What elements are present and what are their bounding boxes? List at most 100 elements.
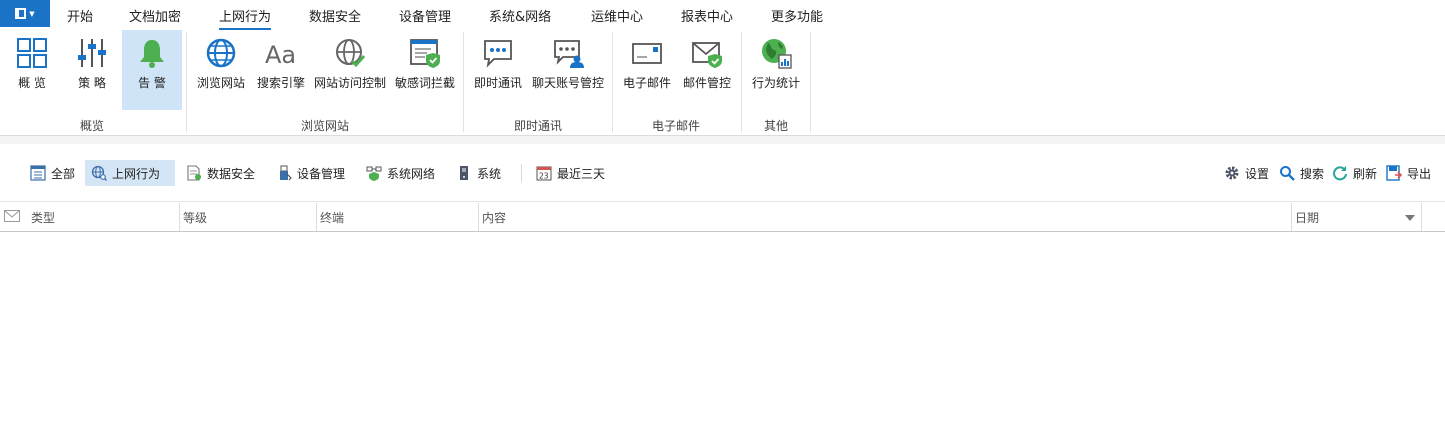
filter-label: 系统	[477, 166, 502, 181]
column-header-date[interactable]: 日期	[1292, 203, 1422, 231]
column-header-terminal[interactable]: 终端	[317, 203, 479, 231]
search-button[interactable]: 搜索	[1273, 160, 1332, 186]
export-button[interactable]: 导出	[1380, 160, 1439, 186]
menu-item-ops-center[interactable]: 运维中心	[591, 6, 643, 25]
ribbon: 概 览 策 略 告 警 概览 浏览网站 Aa 搜索引擎 网站访问控制 敏感词拦截…	[0, 30, 1445, 136]
menu-item-start[interactable]: 开始	[67, 6, 93, 25]
policy-sliders-icon	[74, 35, 110, 71]
column-header-label: 等级	[183, 210, 208, 225]
overview-grid-icon	[14, 35, 50, 71]
ribbon-button-browse-web[interactable]: 浏览网站	[193, 30, 249, 110]
filter-label: 数据安全	[207, 166, 256, 181]
ribbon-button-sensitive-word-block[interactable]: 敏感词拦截	[392, 30, 458, 110]
ribbon-button-label: 电子邮件	[622, 76, 671, 90]
ribbon-button-label: 概 览	[18, 76, 46, 90]
ribbon-button-label: 邮件管控	[682, 76, 731, 90]
export-label: 导出	[1407, 166, 1432, 181]
app-menu-button[interactable]: ▼	[0, 0, 50, 27]
ribbon-button-label: 浏览网站	[196, 76, 245, 90]
ribbon-group-divider	[186, 32, 187, 132]
ribbon-group-label-instant-messaging: 即时通讯	[514, 119, 563, 133]
table-header: 类型 等级 终端 内容 日期	[0, 203, 1445, 232]
column-header-label: 内容	[482, 210, 507, 225]
envelope-shield-icon	[689, 35, 725, 71]
refresh-button[interactable]: 刷新	[1326, 160, 1385, 186]
ribbon-button-label: 搜索引擎	[256, 76, 305, 90]
ribbon-group-divider	[741, 32, 742, 132]
filter-data-security-button[interactable]: 数据安全	[180, 160, 263, 186]
settings-button[interactable]: 设置	[1218, 160, 1277, 186]
ribbon-button-email[interactable]: 电子邮件	[619, 30, 675, 110]
globe-icon	[203, 35, 239, 71]
filter-label: 最近三天	[557, 166, 606, 181]
sort-descending-icon[interactable]	[1405, 215, 1415, 221]
ribbon-button-behavior-stats[interactable]: 行为统计	[748, 30, 804, 110]
globe-search-icon	[91, 165, 107, 181]
search-icon	[1279, 165, 1295, 181]
ribbon-button-overview[interactable]: 概 览	[2, 30, 62, 110]
menu-item-system-network[interactable]: 系统&网络	[489, 6, 551, 25]
document-shield-icon	[407, 35, 443, 71]
envelope-icon	[629, 35, 665, 71]
ribbon-group-label-overview: 概览	[80, 119, 105, 133]
menu-item-internet-behavior[interactable]: 上网行为	[219, 6, 272, 30]
menu-item-doc-encryption[interactable]: 文档加密	[129, 6, 181, 25]
list-icon	[30, 165, 46, 181]
refresh-label: 刷新	[1353, 166, 1378, 181]
ribbon-button-label: 告 警	[138, 76, 166, 90]
menu-item-data-security[interactable]: 数据安全	[309, 6, 361, 25]
alert-bell-icon	[134, 35, 170, 71]
filter-label: 系统网络	[387, 166, 436, 181]
settings-label: 设置	[1245, 166, 1270, 181]
filter-last-three-days-button[interactable]: 23 最近三天	[530, 160, 613, 186]
menu-item-more-features[interactable]: 更多功能	[771, 6, 823, 25]
network-shield-icon	[366, 165, 382, 181]
ribbon-group-divider	[612, 32, 613, 132]
menu-item-report-center[interactable]: 报表中心	[681, 6, 733, 25]
ribbon-button-label: 敏感词拦截	[394, 76, 455, 90]
refresh-icon	[1332, 165, 1348, 181]
filter-system-button[interactable]: 系统	[450, 160, 509, 186]
column-header-label: 日期	[1295, 210, 1320, 225]
ribbon-group-label-browse-web: 浏览网站	[301, 119, 350, 133]
column-header-content[interactable]: 内容	[479, 203, 1292, 231]
table-body	[0, 232, 1445, 432]
column-header-type[interactable]: 类型	[28, 203, 180, 231]
ribbon-group-divider	[810, 32, 811, 132]
filter-all-button[interactable]: 全部	[24, 160, 83, 186]
chat-user-icon	[550, 35, 586, 71]
column-header-label: 类型	[31, 210, 56, 225]
ribbon-button-instant-messaging[interactable]: 即时通讯	[470, 30, 526, 110]
data-doc-icon	[186, 165, 202, 181]
filter-system-network-button[interactable]: 系统网络	[360, 160, 443, 186]
ribbon-group-label-other: 其他	[764, 119, 789, 133]
calendar-day-number: 23	[539, 172, 549, 181]
ribbon-button-email-control[interactable]: 邮件管控	[679, 30, 735, 110]
menu-item-device-management[interactable]: 设备管理	[399, 6, 451, 25]
ribbon-button-label: 策 略	[78, 76, 106, 90]
svg-text:Aa: Aa	[265, 41, 296, 69]
ribbon-button-alert[interactable]: 告 警	[122, 30, 182, 110]
ribbon-button-search-engine[interactable]: Aa 搜索引擎	[253, 30, 309, 110]
server-icon	[456, 165, 472, 181]
column-header-label: 终端	[320, 210, 345, 225]
envelope-icon[interactable]	[4, 210, 20, 225]
ribbon-group-label-email: 电子邮件	[652, 119, 701, 133]
filter-label: 上网行为	[112, 166, 161, 181]
font-aa-icon: Aa	[263, 35, 299, 71]
column-header-level[interactable]: 等级	[180, 203, 317, 231]
filter-device-management-button[interactable]: 设备管理	[270, 160, 353, 186]
filter-toolbar: 全部 上网行为 数据安全 设备管理 系统网络 系统 23 最近三天 设置 搜索 …	[0, 144, 1445, 202]
ribbon-button-label: 即时通讯	[473, 76, 522, 90]
toolbar-divider	[521, 164, 522, 182]
ribbon-button-chat-account-control[interactable]: 聊天账号管控	[530, 30, 606, 110]
ribbon-button-label: 聊天账号管控	[531, 76, 604, 90]
chat-bubble-icon	[480, 35, 516, 71]
ribbon-button-label: 行为统计	[751, 76, 800, 90]
filter-internet-behavior-button[interactable]: 上网行为	[85, 160, 175, 186]
filter-label: 全部	[51, 166, 76, 181]
ribbon-button-policy[interactable]: 策 略	[62, 30, 122, 110]
ribbon-button-site-access-control[interactable]: 网站访问控制	[312, 30, 388, 110]
usb-icon	[276, 165, 292, 181]
calendar-icon: 23	[536, 165, 552, 181]
